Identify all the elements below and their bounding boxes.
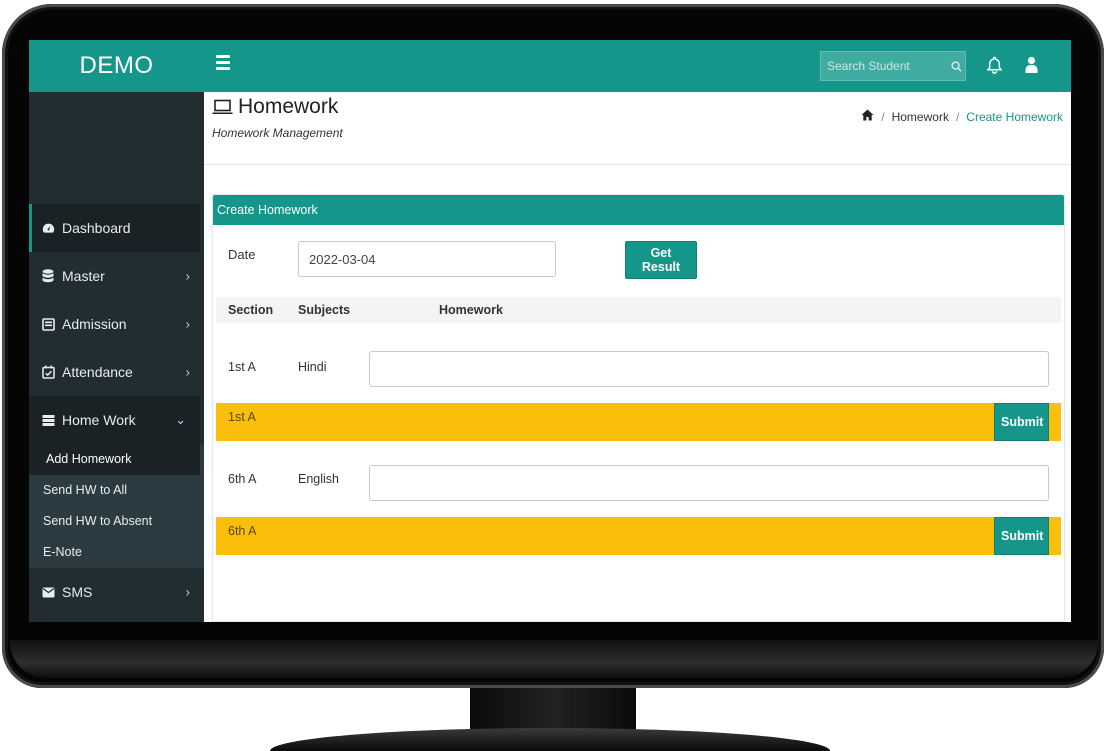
brand-logo[interactable]: DEMO xyxy=(29,40,204,92)
id-card-icon xyxy=(41,317,55,331)
breadcrumb-separator: / xyxy=(955,109,960,124)
column-header-homework: Homework xyxy=(439,303,503,317)
sidebar-item-dashboard[interactable]: Dashboard xyxy=(29,204,200,252)
calendar-check-icon xyxy=(41,365,55,379)
search-input[interactable] xyxy=(821,58,947,74)
sidebar-item-sms[interactable]: SMS › xyxy=(29,568,204,616)
top-navbar xyxy=(204,40,1071,92)
breadcrumb: / Homework / Create Homework xyxy=(861,109,1063,124)
database-icon xyxy=(41,269,55,283)
date-filter-row: Date Get Result xyxy=(213,225,1064,289)
section-submit-bar: 6th A Submit xyxy=(216,517,1061,555)
user-panel xyxy=(29,92,204,204)
row-section: 6th A xyxy=(228,472,257,486)
sidebar-item-homework[interactable]: Home Work ⌄ xyxy=(29,396,200,444)
column-header-subjects: Subjects xyxy=(298,303,351,317)
monitor-chin xyxy=(10,640,1098,678)
submenu-send-hw-to-all[interactable]: Send HW to All xyxy=(29,475,204,506)
section-submit-bar: 1st A Submit xyxy=(216,403,1061,441)
chevron-right-icon: › xyxy=(185,584,190,600)
row-subject: Hindi xyxy=(298,360,327,374)
submenu-send-hw-to-absent[interactable]: Send HW to Absent xyxy=(29,506,204,537)
breadcrumb-homework-link[interactable]: Homework xyxy=(892,110,949,124)
sidebar-item-label: Admission xyxy=(62,316,127,332)
laptop-icon xyxy=(212,99,233,114)
homework-input[interactable] xyxy=(369,465,1049,501)
envelope-icon xyxy=(41,585,55,599)
chevron-down-icon: ⌄ xyxy=(175,412,186,427)
search-icon[interactable] xyxy=(947,60,965,72)
sidebar-item-label: Master xyxy=(62,268,105,284)
chevron-right-icon: › xyxy=(185,364,190,380)
submit-button[interactable]: Submit xyxy=(994,517,1049,555)
breadcrumb-current: Create Homework xyxy=(966,109,1063,124)
sidebar-item-label: Dashboard xyxy=(62,220,131,236)
screen: DEMO Dashboard Master › Admission › Atte… xyxy=(29,40,1071,622)
sidebar-item-label: Attendance xyxy=(62,364,133,380)
section-bar-label: 1st A xyxy=(228,410,256,424)
section-bar-label: 6th A xyxy=(228,524,257,538)
date-input[interactable] xyxy=(298,241,556,277)
box-title: Create Homework xyxy=(213,195,1064,225)
chevron-right-icon: › xyxy=(185,316,190,332)
sidebar-item-attendance[interactable]: Attendance › xyxy=(29,348,204,396)
dashboard-icon xyxy=(41,221,55,235)
page-title-text: Homework xyxy=(238,95,339,118)
table-row: 1st A Hindi xyxy=(213,323,1064,403)
chevron-right-icon: › xyxy=(185,268,190,284)
server-icon xyxy=(41,413,55,427)
table-header: Section Subjects Homework xyxy=(216,297,1061,323)
sidebar-item-master[interactable]: Master › xyxy=(29,252,204,300)
get-result-button[interactable]: Get Result xyxy=(625,241,697,279)
date-label: Date xyxy=(228,247,256,262)
row-section: 1st A xyxy=(228,360,256,374)
page-subtitle: Homework Management xyxy=(212,126,343,140)
column-header-section: Section xyxy=(228,303,274,317)
bell-icon[interactable] xyxy=(986,56,1003,79)
create-homework-box: Create Homework Date Get Result Section … xyxy=(212,194,1065,622)
sidebar-item-label: Home Work xyxy=(62,412,136,428)
page-title: Homework xyxy=(212,95,338,119)
homework-input[interactable] xyxy=(369,351,1049,387)
sidebar-item-admission[interactable]: Admission › xyxy=(29,300,204,348)
row-subject: English xyxy=(298,472,339,486)
home-icon[interactable] xyxy=(861,109,874,124)
search-box xyxy=(820,51,966,81)
hamburger-icon[interactable] xyxy=(216,55,230,75)
submenu-add-homework[interactable]: Add Homework xyxy=(29,444,200,475)
monitor-stand-base xyxy=(270,728,830,751)
page-header: Homework Homework Management / Homework … xyxy=(204,92,1071,165)
homework-submenu: Add Homework Send HW to All Send HW to A… xyxy=(29,444,204,568)
main-content: Homework Homework Management / Homework … xyxy=(204,92,1071,622)
submenu-e-note[interactable]: E-Note xyxy=(29,537,204,568)
sidebar: DEMO Dashboard Master › Admission › Atte… xyxy=(29,40,204,622)
table-row: 6th A English xyxy=(213,441,1064,517)
user-icon[interactable] xyxy=(1025,56,1038,79)
breadcrumb-separator: / xyxy=(881,109,885,124)
submit-button[interactable]: Submit xyxy=(994,403,1049,441)
sidebar-item-label: SMS xyxy=(62,584,93,600)
